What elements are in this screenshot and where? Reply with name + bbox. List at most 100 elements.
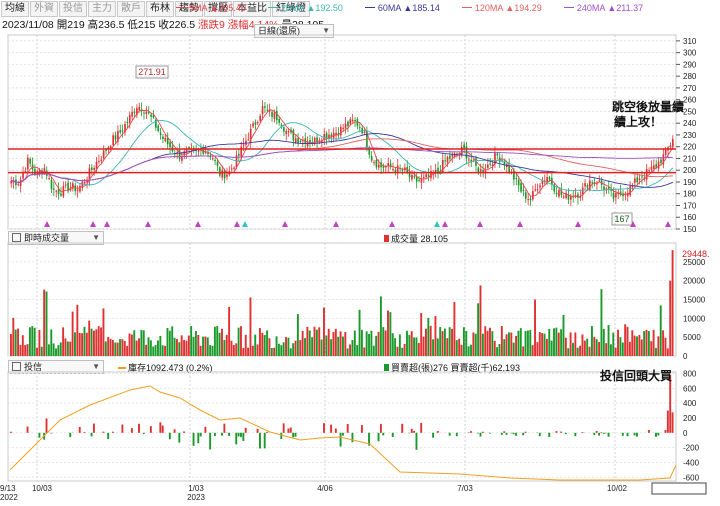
net-buy-bar <box>420 423 423 433</box>
ma-legend-text: 120MA ▲194.29 <box>474 3 542 13</box>
volume-bar <box>526 330 529 356</box>
volume-bar <box>216 326 219 356</box>
candle-body <box>192 147 195 151</box>
volume-bar <box>621 342 624 356</box>
candle-body <box>264 106 266 108</box>
toolbar-button-2[interactable]: 投信 <box>59 1 87 17</box>
volume-bar <box>465 330 468 356</box>
net-buy-bar <box>50 432 53 434</box>
inst-tick-label: 200 <box>683 414 697 423</box>
candle-body <box>387 162 390 166</box>
net-buy-bar <box>391 432 394 437</box>
net-buy-bar <box>235 432 238 445</box>
toolbar-button-4[interactable]: 散戶 <box>117 1 145 17</box>
candle-body <box>223 170 226 179</box>
toolbar-button-1[interactable]: 外資 <box>30 1 58 17</box>
checkbox-icon[interactable] <box>12 362 21 371</box>
volume-bar <box>235 343 238 356</box>
volume-bar <box>671 250 674 356</box>
volume-bar <box>524 331 527 356</box>
candle-body <box>294 138 297 143</box>
price-tick-label: 300 <box>683 49 697 58</box>
volume-bar <box>425 328 427 356</box>
volume-bar <box>142 330 145 356</box>
net-buy-bar <box>512 432 515 435</box>
volume-bar <box>467 346 470 356</box>
volume-bar <box>275 336 278 356</box>
toolbar-button-0[interactable]: 均線 <box>1 1 29 17</box>
checkbox-icon[interactable] <box>12 233 21 242</box>
candle-body <box>501 160 503 162</box>
candle-body <box>385 166 387 168</box>
inst-tick-label: 800 <box>683 369 697 378</box>
volume-bar <box>311 337 314 356</box>
candle-body <box>377 164 380 168</box>
volume-bar <box>344 332 347 356</box>
volume-bar <box>152 346 155 356</box>
candle-body <box>643 177 646 179</box>
net-buy-bar <box>173 429 176 433</box>
candle-body <box>505 164 508 168</box>
price-tick-label: 210 <box>683 154 697 163</box>
volume-bar <box>477 303 480 356</box>
volume-bar <box>496 347 499 356</box>
price-tick-label: 170 <box>683 201 697 210</box>
toolbar-button-3[interactable]: 主力 <box>88 1 116 17</box>
volume-bar <box>294 340 297 356</box>
net-buy-bar <box>266 431 269 433</box>
volume-bar <box>460 344 463 356</box>
net-buy-bar <box>199 432 202 437</box>
volume-bar <box>173 337 176 356</box>
candle-body <box>88 168 91 180</box>
volume-bar <box>292 343 295 356</box>
inst-select-value: 投信 <box>24 362 43 372</box>
candle-body <box>572 195 575 198</box>
volume-bar <box>391 333 394 356</box>
candle-body <box>209 155 212 158</box>
candle-body <box>176 152 179 154</box>
candle-body <box>38 170 41 173</box>
volume-bar <box>522 346 525 356</box>
candle-body <box>242 144 245 146</box>
volume-bar <box>304 338 306 356</box>
volume-bar <box>508 332 510 356</box>
net-buy-bar <box>489 432 491 434</box>
candle-body <box>631 185 634 188</box>
candle-body <box>109 146 112 149</box>
volume-bar <box>453 302 456 356</box>
volume-bar <box>586 338 589 356</box>
volume-bar <box>389 312 392 356</box>
volume-bar <box>593 336 596 356</box>
candle-body <box>553 184 556 192</box>
candle-body <box>375 159 378 168</box>
candle-body <box>230 168 233 170</box>
volume-bar <box>588 346 591 356</box>
net-buy-bar <box>294 432 297 437</box>
period-select[interactable]: 日線(還原) ▼ <box>254 24 334 38</box>
candle-body <box>211 158 214 160</box>
candle-body <box>128 114 131 123</box>
net-buy-bar <box>548 432 551 438</box>
signal-marker <box>333 221 339 227</box>
volume-bar <box>470 344 472 356</box>
candle-body <box>629 186 631 196</box>
volume-bar <box>301 330 304 356</box>
candle-body <box>138 107 141 111</box>
volume-bar <box>159 335 162 356</box>
net-buy-bar <box>598 432 601 436</box>
candle-body <box>617 192 620 195</box>
volume-bar <box>296 314 299 356</box>
net-buy-bar <box>621 432 624 436</box>
volume-bar <box>33 327 36 356</box>
toolbar-button-5[interactable]: 布林 <box>146 1 174 17</box>
candle-body <box>427 174 430 177</box>
volume-bar <box>579 345 582 356</box>
volume-bar <box>154 345 157 356</box>
candle-body <box>121 130 124 132</box>
candle-body <box>311 142 314 144</box>
volume-indicator-select[interactable]: 即時成交量 ▼ <box>8 231 104 245</box>
candle-body <box>619 191 622 195</box>
candle-body <box>662 154 665 165</box>
inst-indicator-select[interactable]: 投信 ▼ <box>8 360 104 374</box>
volume-bar <box>166 327 169 356</box>
